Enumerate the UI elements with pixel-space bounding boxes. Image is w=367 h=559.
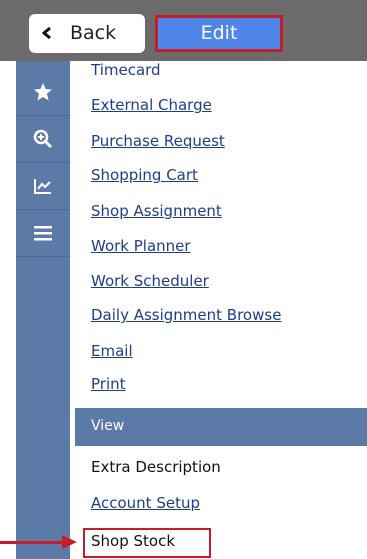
star-icon xyxy=(34,83,52,101)
shop-stock-highlight xyxy=(83,528,211,558)
menu-link-timecard[interactable]: Timecard xyxy=(91,61,161,75)
zoom-in-icon xyxy=(33,129,53,149)
pointer-arrow-line xyxy=(0,541,64,544)
pointer-arrow-icon xyxy=(62,535,77,549)
chevron-left-icon xyxy=(42,27,51,39)
menu-link-work-scheduler[interactable]: Work Scheduler xyxy=(91,272,209,290)
sidebar xyxy=(16,61,70,559)
trend-chart-icon xyxy=(34,179,51,194)
edit-button[interactable]: Edit xyxy=(155,15,283,52)
top-toolbar: Back Edit xyxy=(0,0,367,61)
favorites-button[interactable] xyxy=(16,69,70,116)
menu-link-email[interactable]: Email xyxy=(91,342,133,360)
back-button-label: Back xyxy=(70,22,117,44)
menu-link-daily-assignment-browse[interactable]: Daily Assignment Browse xyxy=(91,306,281,324)
menu-panel: Timecard External Charge Purchase Reques… xyxy=(70,61,367,559)
menu-link-shopping-cart[interactable]: Shopping Cart xyxy=(91,166,198,184)
search-zoom-button[interactable] xyxy=(16,116,70,163)
hamburger-menu-icon xyxy=(34,226,52,241)
view-section-header: View xyxy=(75,408,367,446)
menu-link-print[interactable]: Print xyxy=(91,375,126,393)
menu-link-external-charge[interactable]: External Charge xyxy=(91,96,212,114)
analytics-button[interactable] xyxy=(16,163,70,210)
menu-link-account-setup[interactable]: Account Setup xyxy=(91,494,200,512)
view-section-title: View xyxy=(91,418,125,434)
back-button[interactable]: Back xyxy=(29,14,145,53)
menu-link-shop-assignment[interactable]: Shop Assignment xyxy=(91,202,222,220)
menu-link-work-planner[interactable]: Work Planner xyxy=(91,237,191,255)
menu-button[interactable] xyxy=(16,210,70,257)
extra-description-label: Extra Description xyxy=(91,458,221,476)
menu-link-purchase-request[interactable]: Purchase Request xyxy=(91,132,225,150)
